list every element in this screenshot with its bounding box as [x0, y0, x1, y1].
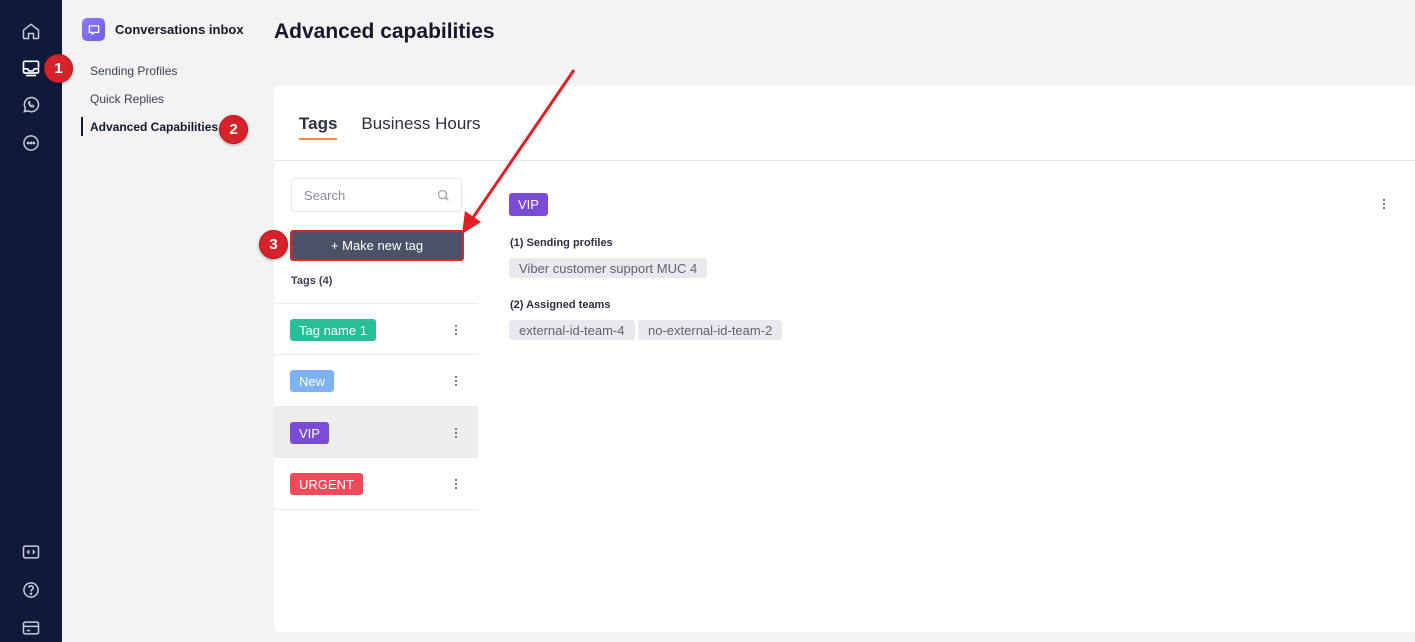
assigned-teams-label: (2) Assigned teams — [510, 299, 611, 311]
chat-bubble-icon[interactable] — [19, 131, 43, 155]
tag-pill: VIP — [290, 422, 329, 444]
sending-profile-chip: Viber customer support MUC 4 — [509, 258, 708, 278]
tag-row[interactable]: URGENT — [274, 457, 478, 509]
kebab-menu-icon[interactable] — [449, 373, 463, 389]
subnav-item-advanced-capabilities[interactable]: Advanced Capabilities — [90, 120, 218, 134]
conversations-logo-icon — [82, 18, 105, 41]
sending-profiles-label: (1) Sending profiles — [510, 237, 613, 249]
tags-count: Tags (4) — [291, 275, 333, 287]
billing-card-icon[interactable] — [19, 616, 43, 640]
help-icon[interactable] — [19, 578, 43, 602]
main-card: Tags Business Hours + Make new tag Tags … — [274, 86, 1415, 632]
subnav-item-quick-replies[interactable]: Quick Replies — [90, 92, 164, 106]
code-icon[interactable] — [19, 540, 43, 564]
active-indicator — [81, 117, 83, 136]
detail-kebab-menu-icon[interactable] — [1377, 196, 1391, 212]
list-divider — [274, 509, 478, 510]
annotation-badge-3: 3 — [259, 230, 288, 259]
tag-pill: New — [290, 370, 335, 392]
search-input[interactable] — [304, 187, 429, 203]
subnav-title: Conversations inbox — [115, 22, 244, 37]
left-rail — [0, 0, 62, 642]
tag-pill: URGENT — [290, 473, 363, 495]
inbox-icon[interactable] — [19, 56, 43, 80]
kebab-menu-icon[interactable] — [449, 425, 463, 441]
team-chip: external-id-team-4 — [509, 320, 635, 340]
whatsapp-icon[interactable] — [19, 93, 43, 117]
subnav-header: Conversations inbox — [82, 18, 244, 41]
annotation-badge-1: 1 — [44, 54, 73, 83]
detail-tag-pill: VIP — [509, 193, 548, 216]
kebab-menu-icon[interactable] — [449, 322, 463, 338]
tab-tags[interactable]: Tags — [299, 114, 338, 140]
page-title: Advanced capabilities — [274, 20, 495, 43]
secondary-nav: Conversations inbox Sending Profiles Qui… — [62, 0, 272, 642]
tabs-divider — [274, 160, 1415, 161]
search-icon — [437, 189, 449, 201]
tab-bar: Tags Business Hours — [299, 114, 480, 140]
search-box[interactable] — [291, 178, 462, 212]
kebab-menu-icon[interactable] — [449, 476, 463, 492]
tag-row[interactable]: New — [274, 354, 478, 406]
home-icon[interactable] — [19, 19, 43, 43]
team-chip: no-external-id-team-2 — [638, 320, 783, 340]
tab-business-hours[interactable]: Business Hours — [361, 114, 480, 140]
tag-row-selected[interactable]: VIP — [274, 406, 478, 458]
annotation-badge-2: 2 — [219, 115, 248, 144]
subnav-item-sending-profiles[interactable]: Sending Profiles — [90, 64, 177, 78]
tag-pill: Tag name 1 — [290, 319, 376, 341]
make-new-tag-button[interactable]: + Make new tag — [290, 230, 464, 261]
tag-row[interactable]: Tag name 1 — [274, 303, 478, 355]
